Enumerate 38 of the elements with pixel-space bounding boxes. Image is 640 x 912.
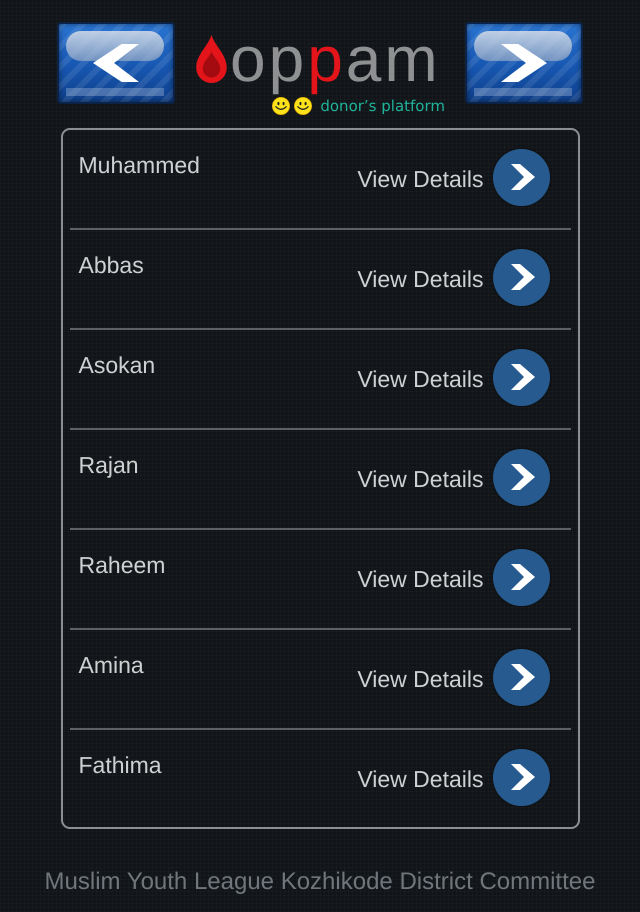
- blood-drop-icon: [196, 34, 227, 83]
- smiley-icon: [294, 96, 312, 115]
- donor-name: Rajan: [78, 452, 139, 479]
- details-button[interactable]: [492, 348, 550, 406]
- details-button[interactable]: [492, 248, 550, 306]
- details-button[interactable]: [492, 548, 550, 606]
- chevron-right-icon: [510, 664, 534, 690]
- view-details-link[interactable]: View Details: [357, 466, 484, 493]
- logo-wordmark: oppam: [230, 24, 441, 96]
- view-details-link[interactable]: View Details: [357, 566, 484, 593]
- donor-name: Raheem: [78, 552, 166, 579]
- donor-name: Muhammed: [78, 152, 200, 179]
- view-details-link[interactable]: View Details: [357, 766, 484, 793]
- donor-name: Fathima: [78, 752, 162, 779]
- chevron-right-icon: [501, 44, 547, 82]
- footer-text: Muslim Youth League Kozhikode District Committee: [44, 868, 596, 896]
- details-button[interactable]: [492, 448, 550, 506]
- chevron-right-icon: [510, 764, 534, 790]
- chevron-right-icon: [510, 564, 534, 590]
- view-details-link[interactable]: View Details: [357, 366, 484, 393]
- details-button[interactable]: [492, 148, 550, 206]
- view-details-link[interactable]: View Details: [357, 166, 484, 193]
- donor-name: Asokan: [78, 352, 156, 379]
- view-details-link[interactable]: View Details: [357, 666, 484, 693]
- back-button[interactable]: [57, 22, 175, 104]
- chevron-right-icon: [510, 264, 534, 290]
- chevron-right-icon: [510, 364, 534, 390]
- chevron-right-icon: [510, 164, 534, 190]
- forward-button[interactable]: [465, 22, 583, 104]
- donor-name: Amina: [78, 652, 144, 679]
- details-button[interactable]: [492, 648, 550, 706]
- smiley-icon: [272, 96, 290, 115]
- chevron-right-icon: [510, 464, 534, 490]
- details-button[interactable]: [492, 748, 550, 806]
- logo-tagline: donor’s platform: [320, 96, 445, 115]
- chevron-left-icon: [93, 44, 139, 82]
- donor-name: Abbas: [78, 252, 144, 279]
- view-details-link[interactable]: View Details: [357, 266, 484, 293]
